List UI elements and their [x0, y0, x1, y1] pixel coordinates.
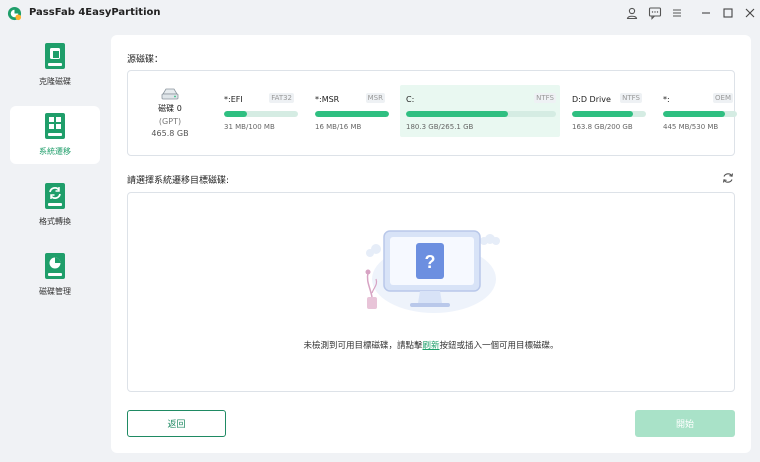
start-button[interactable]: 開始	[635, 410, 735, 437]
partition-msr[interactable]: *:MSR MSR 16 MB/16 MB	[309, 85, 389, 137]
sidebar-item-label: 格式轉換	[39, 217, 71, 226]
minimize-icon[interactable]	[699, 6, 713, 20]
partition-usage-fill	[224, 111, 247, 117]
partition-usage-bar	[572, 111, 646, 117]
message-text-before: 未檢測到可用目標磁碟，請點擊	[303, 341, 423, 351]
partition-c[interactable]: C: NTFS 180.3 GB/265.1 GB	[400, 85, 560, 137]
partition-fs-badge: OEM	[713, 93, 733, 103]
no-disk-illustration: ?	[356, 227, 506, 319]
user-icon[interactable]	[625, 6, 639, 20]
title-bar: PassFab 4EasyPartition	[0, 0, 760, 26]
target-disk-label: 請選擇系統遷移目標磁碟:	[127, 176, 230, 186]
partition-usage-fill	[406, 111, 508, 117]
target-disk-area: ? 未檢測到可用目標磁碟，請點擊刷新按鈕或插入一個可用目標磁碟。	[127, 192, 735, 392]
source-disk-card: 磁碟 0 (GPT) 465.8 GB *:EFI FAT32 31 MB/10…	[127, 70, 737, 156]
disk-manage-icon	[44, 252, 66, 280]
partition-usage-fill	[315, 111, 389, 117]
sidebar-item-disk-manage[interactable]: 磁碟管理	[10, 246, 100, 304]
partition-capacity: 31 MB/100 MB	[224, 123, 275, 131]
maximize-icon[interactable]	[721, 6, 735, 20]
partition-name: *:EFI	[224, 95, 243, 104]
svg-text:?: ?	[425, 252, 436, 272]
sidebar-item-label: 磁碟管理	[39, 287, 71, 296]
no-target-disk-message: 未檢測到可用目標磁碟，請點擊刷新按鈕或插入一個可用目標磁碟。	[128, 339, 734, 351]
partition-usage-fill	[572, 111, 633, 117]
partition-efi[interactable]: *:EFI FAT32 31 MB/100 MB	[218, 85, 298, 137]
system-migrate-icon	[44, 112, 66, 140]
sidebar-item-label: 克隆磁碟	[39, 77, 71, 86]
partition-fs-badge: FAT32	[269, 93, 294, 103]
format-convert-icon	[44, 182, 66, 210]
sidebar-item-label: 系統遷移	[39, 147, 71, 156]
source-disk-label: 源磁碟：	[127, 55, 164, 65]
hard-disk-icon	[160, 87, 180, 101]
partition-usage-fill	[663, 111, 726, 117]
back-button[interactable]: 返回	[127, 410, 226, 437]
disk-size: 465.8 GB	[151, 129, 189, 138]
sidebar-item-system-migrate[interactable]: 系統遷移	[10, 106, 100, 164]
partition-capacity: 16 MB/16 MB	[315, 123, 362, 131]
partition-oem[interactable]: *: OEM 445 MB/530 MB	[657, 85, 737, 137]
disk-name: 磁碟 0	[158, 104, 182, 113]
menu-icon[interactable]	[670, 6, 684, 20]
partition-fs-badge: NTFS	[620, 93, 642, 103]
partition-name: D:D Drive	[572, 95, 611, 104]
partition-name: *:	[663, 95, 670, 104]
main-panel: 源磁碟： 磁碟 0 (GPT) 465.8 GB *:EFI FAT32 31 …	[111, 35, 751, 453]
app-title: PassFab 4EasyPartition	[29, 7, 161, 18]
sidebar-item-clone-disk[interactable]: 克隆磁碟	[10, 36, 100, 94]
disk-partition-style: (GPT)	[158, 117, 182, 126]
partition-fs-badge: MSR	[365, 93, 385, 103]
partition-usage-bar	[663, 111, 737, 117]
close-icon[interactable]	[743, 6, 757, 20]
clone-disk-icon	[44, 42, 66, 70]
refresh-icon[interactable]	[721, 171, 735, 185]
partition-capacity: 445 MB/530 MB	[663, 123, 719, 131]
message-text-after: 按鈕或插入一個可用目標磁碟。	[439, 341, 559, 351]
disk-summary: 磁碟 0 (GPT) 465.8 GB	[142, 87, 198, 138]
partition-fs-badge: NTFS	[534, 93, 556, 103]
partition-d-drive[interactable]: D:D Drive NTFS 163.8 GB/200 GB	[566, 85, 646, 137]
partition-usage-bar	[315, 111, 389, 117]
partition-name: *:MSR	[315, 95, 340, 104]
app-logo-icon	[7, 6, 22, 21]
refresh-link[interactable]: 刷新	[422, 341, 439, 351]
sidebar-item-format-convert[interactable]: 格式轉換	[10, 176, 100, 234]
partition-name: C:	[406, 95, 415, 104]
feedback-icon[interactable]	[648, 6, 662, 20]
partition-usage-bar	[406, 111, 556, 117]
partition-capacity: 163.8 GB/200 GB	[572, 123, 633, 131]
partition-capacity: 180.3 GB/265.1 GB	[406, 123, 474, 131]
partition-usage-bar	[224, 111, 298, 117]
sidebar: 克隆磁碟 系統遷移 格式轉換 磁碟管理	[0, 34, 110, 462]
